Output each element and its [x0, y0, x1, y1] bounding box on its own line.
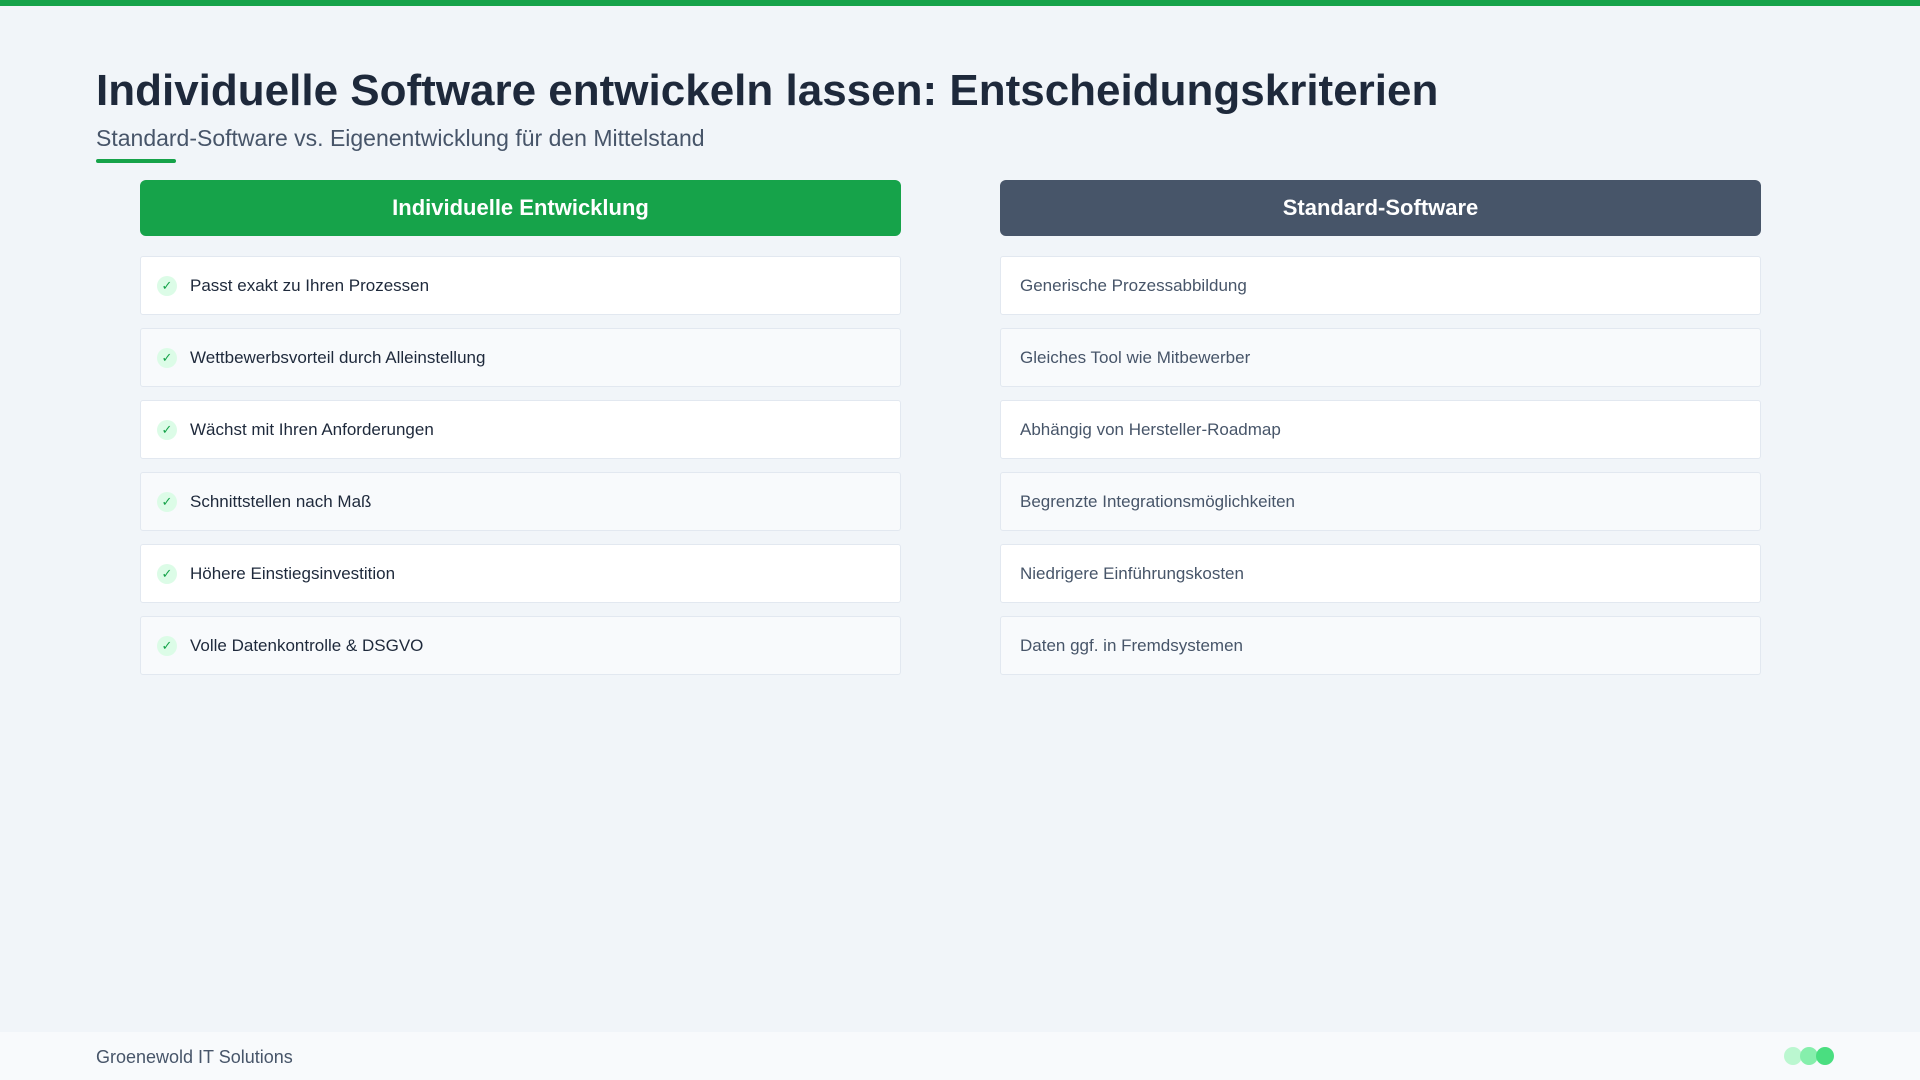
list-item: Gleiches Tool wie Mitbewerber: [1000, 328, 1761, 387]
list-item-label: Wettbewerbsvorteil durch Alleinstellung: [190, 347, 486, 367]
check-icon: ✓: [157, 347, 177, 368]
list-item-label: Generische Prozessabbildung: [1020, 275, 1247, 295]
list-item-label: Schnittstellen nach Maß: [190, 491, 372, 511]
list-item: ✓ Passt exakt zu Ihren Prozessen: [140, 256, 901, 315]
check-icon: ✓: [157, 491, 177, 512]
list-item: Daten ggf. in Fremdsystemen: [1000, 616, 1761, 675]
list-item: Generische Prozessabbildung: [1000, 256, 1761, 315]
individual-development-header: Individuelle Entwicklung: [140, 180, 901, 236]
check-icon: ✓: [157, 563, 177, 584]
list-item: ✓ Höhere Einstiegsinvestition: [140, 544, 901, 603]
top-accent-bar: [0, 0, 1920, 6]
list-item: Niedrigere Einführungskosten: [1000, 544, 1761, 603]
list-item-label: Abhängig von Hersteller-Roadmap: [1020, 419, 1281, 439]
check-icon: ✓: [157, 275, 177, 296]
list-item-label: Passt exakt zu Ihren Prozessen: [190, 275, 430, 295]
list-item-label: Niedrigere Einführungskosten: [1020, 563, 1244, 583]
list-item: ✓ Wächst mit Ihren Anforderungen: [140, 400, 901, 459]
footer: Groenewold IT Solutions: [0, 1032, 1920, 1080]
check-icon: ✓: [157, 419, 177, 440]
footer-brand: Groenewold IT Solutions: [96, 1047, 293, 1067]
page-title: Individuelle Software entwickeln lassen:…: [96, 66, 1439, 115]
list-item-label: Wächst mit Ihren Anforderungen: [190, 419, 434, 439]
list-item: ✓ Volle Datenkontrolle & DSGVO: [140, 616, 901, 675]
standard-software-header: Standard-Software: [1000, 180, 1761, 236]
title-underline: [96, 159, 176, 163]
list-item-label: Volle Datenkontrolle & DSGVO: [190, 635, 424, 655]
dot-icon: [1816, 1047, 1834, 1065]
list-item-label: Gleiches Tool wie Mitbewerber: [1020, 347, 1251, 367]
brand-dots-icon: [1784, 1047, 1834, 1065]
list-item-label: Daten ggf. in Fremdsystemen: [1020, 635, 1243, 655]
list-item-label: Höhere Einstiegsinvestition: [190, 563, 396, 583]
page-subtitle: Standard-Software vs. Eigenentwicklung f…: [96, 125, 705, 151]
list-item: Begrenzte Integrationsmöglichkeiten: [1000, 472, 1761, 531]
check-icon: ✓: [157, 635, 177, 656]
list-item: Abhängig von Hersteller-Roadmap: [1000, 400, 1761, 459]
individual-development-column: Individuelle Entwicklung ✓ Passt exakt z…: [140, 180, 901, 688]
list-item: ✓ Schnittstellen nach Maß: [140, 472, 901, 531]
standard-software-column: Standard-Software Generische Prozessabbi…: [1000, 180, 1761, 688]
list-item: ✓ Wettbewerbsvorteil durch Alleinstellun…: [140, 328, 901, 387]
list-item-label: Begrenzte Integrationsmöglichkeiten: [1020, 491, 1295, 511]
